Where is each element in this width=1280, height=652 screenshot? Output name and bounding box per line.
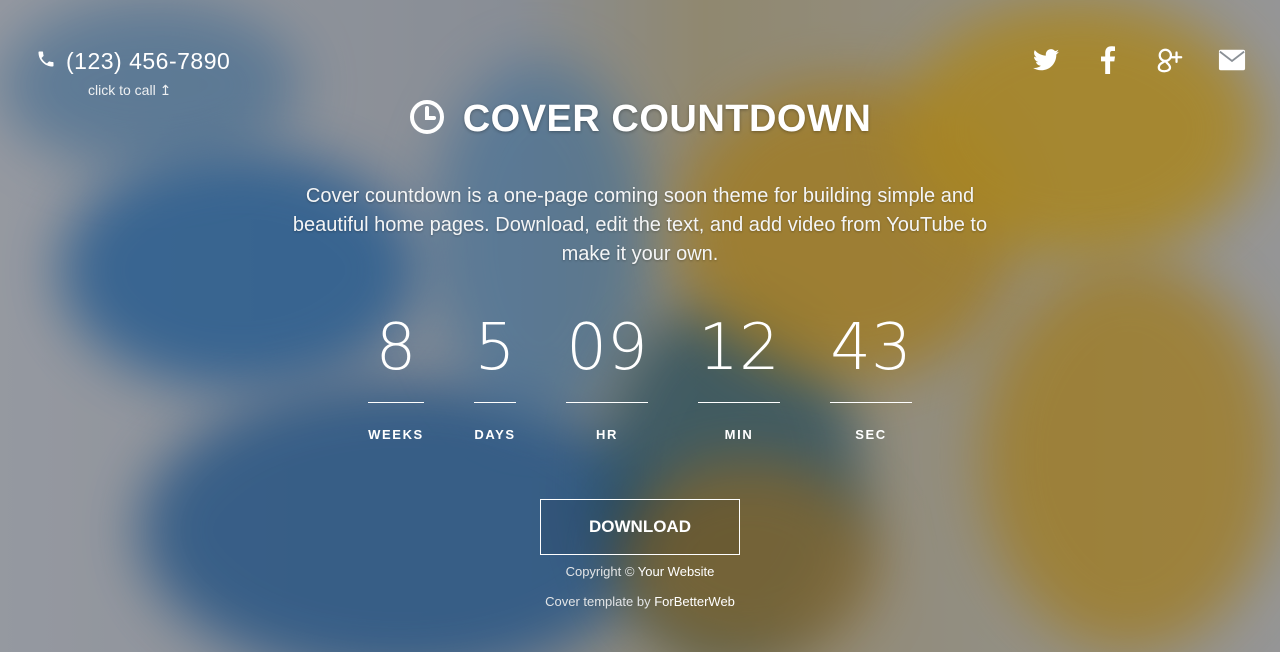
divider: [830, 402, 912, 403]
page-title: COVER COUNTDOWN: [462, 98, 872, 140]
template-credit-line: Cover template by ForBetterWeb: [545, 594, 735, 609]
clock-icon: [409, 99, 445, 140]
divider: [368, 402, 424, 403]
download-button[interactable]: DOWNLOAD: [540, 499, 740, 555]
countdown-weeks: 8 WEEKS: [366, 312, 426, 442]
countdown-seconds: 43 SEC: [828, 312, 914, 442]
page-header: COVER COUNTDOWN: [0, 98, 1280, 141]
copyright-line: Copyright © Your Website: [565, 564, 715, 579]
countdown-value: 09: [566, 311, 648, 385]
countdown-hours: 09 HR: [564, 312, 650, 442]
countdown-label: DAYS: [474, 427, 516, 442]
countdown-label: MIN: [724, 427, 754, 442]
divider: [566, 402, 648, 403]
email-icon[interactable]: [1218, 44, 1246, 76]
page-description: Cover countdown is a one-page coming soo…: [292, 185, 988, 265]
phone-number[interactable]: (123) 456-7890: [66, 48, 230, 75]
google-plus-icon[interactable]: [1156, 44, 1184, 76]
countdown-value: 8: [375, 311, 417, 385]
social-links: [1032, 44, 1246, 76]
phone-icon: [36, 49, 56, 74]
countdown-value: 12: [698, 311, 780, 385]
countdown-days: 5 DAYS: [468, 312, 522, 442]
click-to-call-hint: click to call ↥: [88, 82, 172, 98]
countdown-label: WEEKS: [368, 427, 424, 442]
countdown-value: 5: [474, 311, 516, 385]
countdown-label: HR: [596, 427, 618, 442]
your-website-link[interactable]: Your Website: [638, 564, 715, 579]
countdown-timer: 8 WEEKS 5 DAYS 09 HR 12 MIN 43 SEC: [0, 312, 1280, 452]
facebook-icon[interactable]: [1094, 44, 1122, 76]
divider: [698, 402, 780, 403]
twitter-icon[interactable]: [1032, 44, 1060, 76]
arrow-up-icon: ↥: [159, 82, 172, 98]
phone-contact[interactable]: (123) 456-7890 click to call ↥: [36, 48, 230, 98]
divider: [474, 402, 516, 403]
forbetterweb-link[interactable]: ForBetterWeb: [654, 594, 735, 609]
countdown-value: 43: [830, 311, 912, 385]
countdown-minutes: 12 MIN: [696, 312, 782, 442]
countdown-label: SEC: [855, 427, 887, 442]
